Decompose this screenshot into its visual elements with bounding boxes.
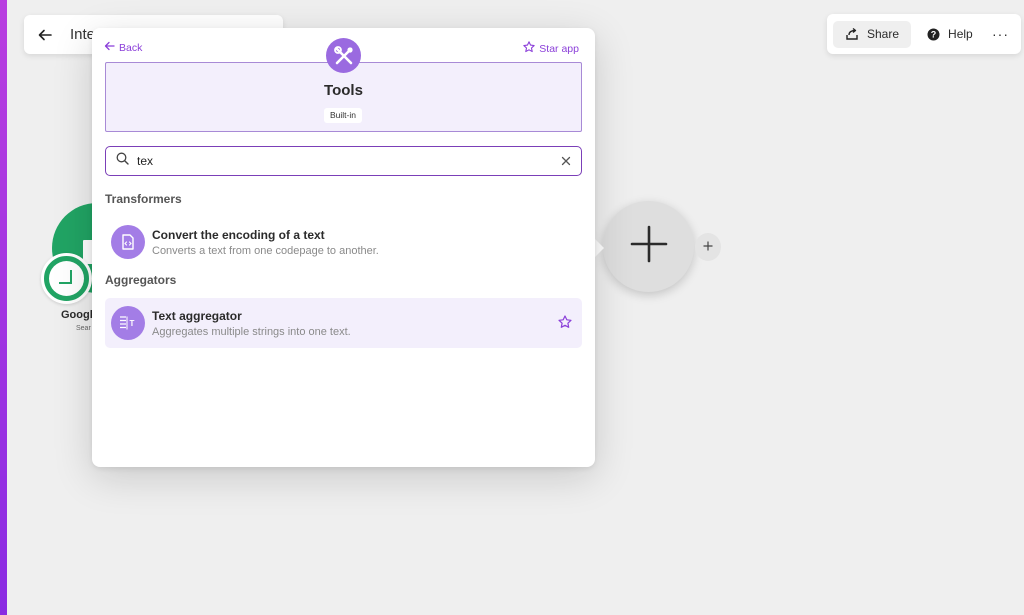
module-label: Googl [61,309,93,321]
share-icon [845,27,859,41]
add-module-button[interactable] [603,201,694,292]
code-file-icon [111,225,145,259]
svg-text:T: T [130,319,135,328]
search-field[interactable] [105,146,582,176]
clock-face [49,261,84,296]
more-options-button[interactable]: ··· [986,21,1015,48]
share-button[interactable]: Share [833,20,912,48]
tools-icon [326,38,361,73]
app-title: Tools [324,82,363,99]
item-title: Convert the encoding of a text [152,227,325,242]
list-item-convert-encoding[interactable]: Convert the encoding of a text Converts … [105,217,582,267]
plus-icon [630,225,668,268]
search-icon [116,152,129,170]
item-description: Converts a text from one codepage to ano… [152,244,379,257]
popup-pointer [595,239,604,257]
list-item-text-aggregator[interactable]: T Text aggregator Aggregates multiple st… [105,298,582,348]
item-title: Text aggregator [152,308,242,323]
text-aggregator-icon: T [111,306,145,340]
item-description: Aggregates multiple strings into one tex… [152,325,351,338]
star-app-label: Star app [539,42,579,55]
app-module-picker-popup: Back Star app Tools Built-in Transformer… [92,28,595,467]
back-arrow-icon[interactable] [37,27,53,43]
help-icon: ? [927,28,940,41]
help-button[interactable]: ? Help [917,21,983,48]
star-app-button[interactable]: Star app [523,41,579,56]
clear-search-icon[interactable] [561,156,571,166]
top-toolbar: Share ? Help ··· [827,14,1021,54]
star-outline-icon [523,41,535,56]
share-label: Share [867,27,900,41]
back-label: Back [119,41,143,54]
svg-text:?: ? [931,29,937,39]
built-in-badge: Built-in [324,108,362,123]
clock-minute-hand [59,282,72,284]
item-text: Text aggregator Aggregates multiple stri… [152,309,351,338]
search-input[interactable] [137,154,561,168]
module-sublabel: Sear [76,325,91,332]
item-text: Convert the encoding of a text Converts … [152,228,379,257]
section-title-aggregators: Aggregators [105,273,177,287]
left-accent-bar [0,0,7,615]
add-connection-button[interactable] [695,233,721,261]
small-plus-icon [703,238,713,256]
favorite-star-icon[interactable] [558,315,572,334]
help-label: Help [948,27,973,41]
schedule-clock-icon[interactable] [41,253,92,304]
arrow-left-icon [104,41,115,54]
section-title-transformers: Transformers [105,192,182,206]
back-link[interactable]: Back [104,41,142,54]
